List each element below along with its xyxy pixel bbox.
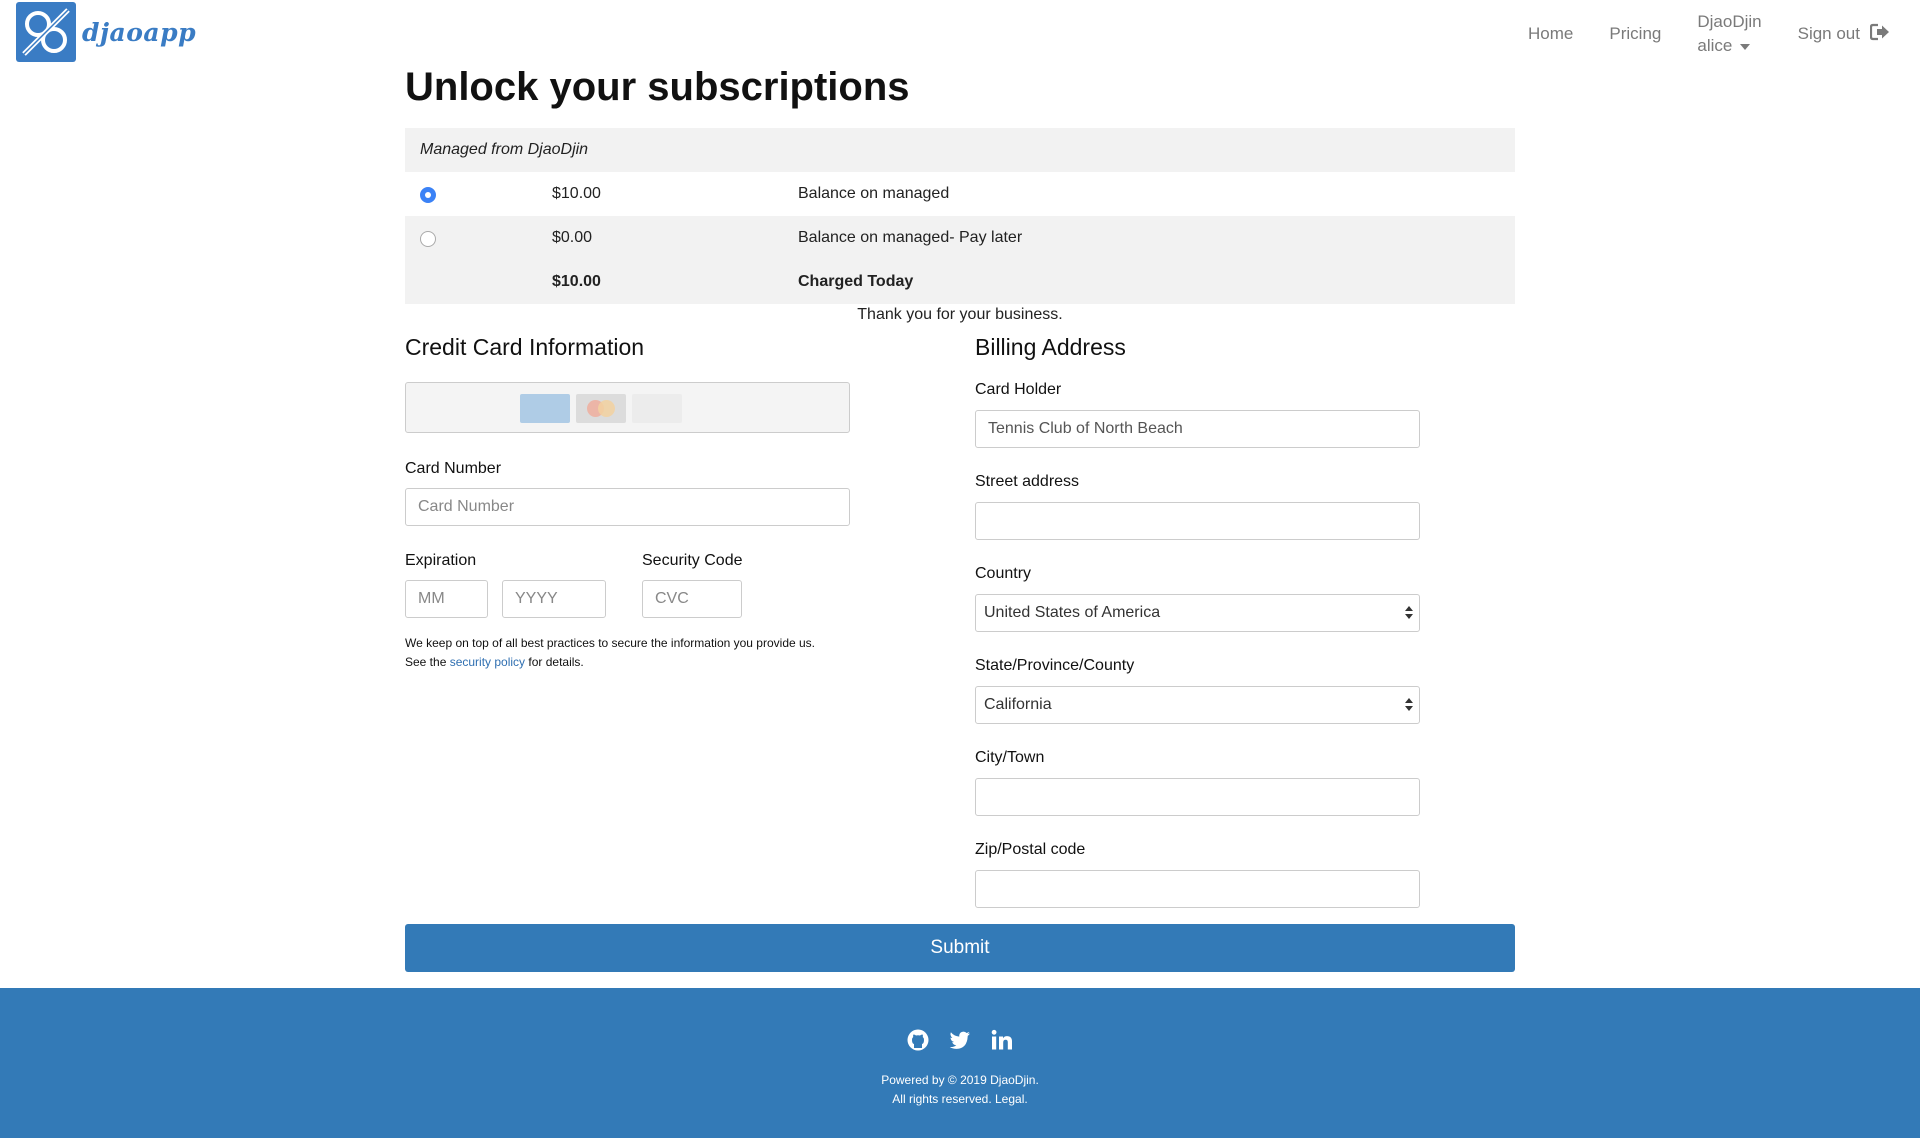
street-address-label: Street address bbox=[975, 473, 1080, 490]
security-note-pre: See the bbox=[405, 655, 450, 669]
plan-description: Balance on managed- Pay later bbox=[798, 229, 1023, 246]
card-number-label: Card Number bbox=[405, 460, 502, 477]
sign-out-link[interactable]: Sign out bbox=[1798, 23, 1890, 46]
plan-radio-selected[interactable] bbox=[420, 187, 436, 203]
country-label: Country bbox=[975, 565, 1032, 582]
select-arrows-icon bbox=[1405, 606, 1413, 620]
sign-out-label: Sign out bbox=[1797, 24, 1860, 43]
city-label: City/Town bbox=[975, 749, 1045, 766]
security-policy-link[interactable]: security policy bbox=[450, 655, 525, 669]
card-holder-label: Card Holder bbox=[975, 381, 1062, 398]
plan-amount: $0.00 bbox=[552, 229, 593, 246]
page-title: Unlock your subscriptions bbox=[405, 65, 910, 109]
zip-input[interactable] bbox=[975, 870, 1420, 908]
user-menu-dropdown[interactable]: DjaoDjin alice bbox=[1697, 10, 1761, 58]
nav-home-link[interactable]: Home bbox=[1528, 24, 1573, 44]
brand-logo[interactable]: djaoapp bbox=[16, 2, 196, 62]
org-name: DjaoDjin bbox=[1697, 12, 1762, 31]
credit-card-heading: Credit Card Information bbox=[405, 334, 645, 360]
security-note: We keep on top of all best practices to … bbox=[405, 634, 850, 672]
security-note-post: for details. bbox=[525, 655, 584, 669]
sign-out-icon bbox=[1869, 23, 1890, 46]
plan-description: Balance on managed bbox=[798, 185, 950, 202]
visa-card-icon bbox=[688, 394, 738, 423]
footer: Powered by © 2019 DjaoDjin. All rights r… bbox=[0, 988, 1920, 1138]
city-input[interactable] bbox=[975, 778, 1420, 816]
state-value: California bbox=[984, 696, 1052, 713]
brand-name: djaoapp bbox=[82, 17, 197, 47]
street-address-input[interactable] bbox=[975, 502, 1420, 540]
top-nav: Home Pricing DjaoDjin alice Sign out bbox=[1492, 10, 1890, 58]
plan-row[interactable]: $10.00 Balance on managed bbox=[405, 172, 1515, 216]
social-links bbox=[0, 1028, 1920, 1052]
nav-pricing-link[interactable]: Pricing bbox=[1609, 24, 1661, 44]
discover-card-icon bbox=[632, 394, 682, 423]
card-number-input[interactable]: Card Number bbox=[405, 488, 850, 526]
navbar: djaoapp Home Pricing DjaoDjin alice Sign… bbox=[0, 0, 1920, 64]
total-label: Charged Today bbox=[798, 273, 914, 290]
expiry-month-input[interactable]: MM bbox=[405, 580, 488, 618]
footer-text: Powered by © 2019 DjaoDjin. All rights r… bbox=[0, 1071, 1920, 1109]
djaoapp-logo-icon bbox=[16, 2, 76, 62]
select-arrows-icon bbox=[1405, 698, 1413, 712]
linkedin-icon[interactable] bbox=[990, 1028, 1014, 1052]
user-name: alice bbox=[1697, 36, 1733, 55]
state-select[interactable]: California bbox=[975, 686, 1420, 724]
expiry-year-input[interactable]: YYYY bbox=[502, 580, 606, 618]
thanks-message: Thank you for your business. bbox=[857, 306, 1063, 323]
security-code-label: Security Code bbox=[642, 552, 743, 569]
country-value: United States of America bbox=[984, 604, 1161, 621]
amex-card-icon bbox=[520, 394, 570, 423]
plan-radio[interactable] bbox=[420, 231, 436, 247]
mastercard-card-icon bbox=[576, 394, 626, 423]
security-note-line1: We keep on top of all best practices to … bbox=[405, 636, 816, 650]
total-row: $10.00 Charged Today bbox=[405, 260, 1515, 304]
plan-row[interactable]: $0.00 Balance on managed- Pay later bbox=[405, 216, 1515, 260]
github-icon[interactable] bbox=[906, 1028, 930, 1052]
footer-rights: All rights reserved. Legal. bbox=[892, 1092, 1028, 1106]
accepted-cards bbox=[405, 382, 850, 433]
expiration-label: Expiration bbox=[405, 552, 477, 569]
zip-label: Zip/Postal code bbox=[975, 841, 1086, 858]
total-amount: $10.00 bbox=[552, 273, 601, 290]
card-holder-input[interactable]: Tennis Club of North Beach bbox=[975, 410, 1420, 448]
submit-button[interactable]: Submit bbox=[405, 924, 1515, 972]
footer-copyright: Powered by © 2019 DjaoDjin. bbox=[881, 1073, 1039, 1087]
plans-table: Managed from DjaoDjin $10.00 Balance on … bbox=[405, 128, 1515, 304]
cvc-input[interactable]: CVC bbox=[642, 580, 742, 618]
state-label: State/Province/County bbox=[975, 657, 1135, 674]
caret-down-icon bbox=[1740, 43, 1751, 50]
billing-address-heading: Billing Address bbox=[975, 334, 1126, 360]
plan-amount: $10.00 bbox=[552, 185, 601, 202]
twitter-icon[interactable] bbox=[948, 1028, 972, 1052]
plans-header: Managed from DjaoDjin bbox=[405, 128, 1515, 172]
country-select[interactable]: United States of America bbox=[975, 594, 1420, 632]
